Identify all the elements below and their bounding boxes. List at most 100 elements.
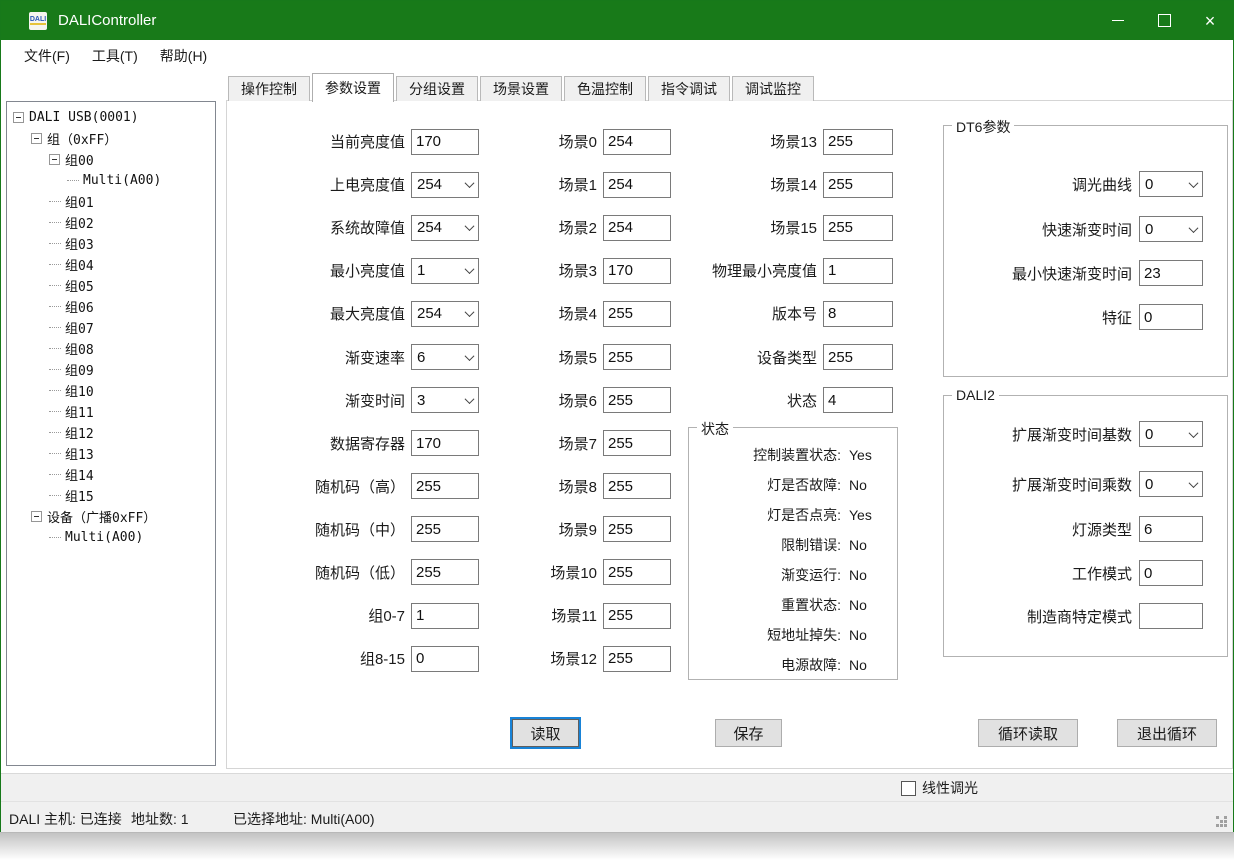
field-input[interactable] xyxy=(603,129,671,155)
menu-tools[interactable]: 工具(T) xyxy=(81,42,149,70)
tree-item[interactable]: Multi(A00) xyxy=(7,527,215,548)
tree-item[interactable]: 组07 xyxy=(7,317,215,338)
field-input[interactable] xyxy=(603,603,671,629)
field-input[interactable] xyxy=(603,258,671,284)
tree-item[interactable]: 组11 xyxy=(7,401,215,422)
field-input[interactable] xyxy=(411,129,479,155)
status-row: 电源故障:No xyxy=(689,650,897,680)
tab-3[interactable]: 场景设置 xyxy=(480,76,562,101)
tree-item[interactable]: 组10 xyxy=(7,380,215,401)
device-tree-panel[interactable]: DALI USB(0001)组（0xFF）组00Multi(A00)组01组02… xyxy=(6,101,216,766)
field-select[interactable]: 1 xyxy=(411,258,479,284)
tree-item[interactable]: DALI USB(0001) xyxy=(7,107,215,128)
field-input[interactable] xyxy=(411,646,479,672)
resize-grip[interactable] xyxy=(1216,816,1219,819)
close-button[interactable]: × xyxy=(1187,1,1233,40)
minimize-button[interactable] xyxy=(1095,1,1141,40)
field-label: 场景6 xyxy=(489,390,603,411)
tree-item[interactable]: 组02 xyxy=(7,212,215,233)
tree-item[interactable]: 组06 xyxy=(7,296,215,317)
field-input[interactable] xyxy=(603,387,671,413)
maximize-button[interactable] xyxy=(1141,1,1187,40)
field-label: 场景14 xyxy=(663,174,823,195)
field-input[interactable] xyxy=(823,172,893,198)
tree-item[interactable]: 组04 xyxy=(7,254,215,275)
field-input[interactable] xyxy=(1139,603,1203,629)
field-input[interactable] xyxy=(411,603,479,629)
field-select[interactable]: 254 xyxy=(411,215,479,241)
tree-item[interactable]: 组03 xyxy=(7,233,215,254)
tab-5[interactable]: 指令调试 xyxy=(648,76,730,101)
tree-expand-icon[interactable] xyxy=(31,511,42,522)
tree-expand-icon[interactable] xyxy=(49,154,60,165)
field-input[interactable] xyxy=(1139,560,1203,586)
tree-item[interactable]: 组01 xyxy=(7,191,215,212)
exit-loop-button[interactable]: 退出循环 xyxy=(1117,719,1217,747)
status-label: 短地址掉失: xyxy=(689,625,841,645)
field-input[interactable] xyxy=(603,516,671,542)
field-select[interactable]: 6 xyxy=(411,344,479,370)
menu-file[interactable]: 文件(F) xyxy=(13,42,81,70)
linear-dimming-checkbox[interactable] xyxy=(901,781,916,796)
field-input[interactable] xyxy=(411,559,479,585)
field-input[interactable] xyxy=(823,258,893,284)
field-select[interactable]: 0 xyxy=(1139,216,1203,242)
tree-item[interactable]: 组00 xyxy=(7,149,215,170)
field-input[interactable] xyxy=(1139,260,1203,286)
field-input[interactable] xyxy=(603,473,671,499)
tree-item[interactable]: 设备（广播0xFF） xyxy=(7,506,215,527)
field-input[interactable] xyxy=(603,301,671,327)
field-input[interactable] xyxy=(411,473,479,499)
field-input[interactable] xyxy=(411,430,479,456)
field-input[interactable] xyxy=(1139,304,1203,330)
field-select[interactable]: 0 xyxy=(1139,171,1203,197)
tree-item-label: 设备（广播0xFF） xyxy=(47,507,156,526)
menu-help[interactable]: 帮助(H) xyxy=(149,42,218,70)
field-input[interactable] xyxy=(823,215,893,241)
tree-item[interactable]: 组14 xyxy=(7,464,215,485)
field-input[interactable] xyxy=(823,129,893,155)
field-row: 状态 xyxy=(663,379,893,422)
tab-4[interactable]: 色温控制 xyxy=(564,76,646,101)
field-input[interactable] xyxy=(603,344,671,370)
field-select[interactable]: 3 xyxy=(411,387,479,413)
field-input[interactable] xyxy=(823,387,893,413)
field-select[interactable]: 254 xyxy=(411,172,479,198)
field-input[interactable] xyxy=(603,430,671,456)
tree-item[interactable]: 组09 xyxy=(7,359,215,380)
save-button[interactable]: 保存 xyxy=(715,719,782,747)
chevron-down-icon xyxy=(461,259,478,283)
tree-expand-icon[interactable] xyxy=(13,112,24,123)
read-button[interactable]: 读取 xyxy=(512,719,579,747)
tab-6[interactable]: 调试监控 xyxy=(732,76,814,101)
field-input[interactable] xyxy=(823,301,893,327)
field-select[interactable]: 254 xyxy=(411,301,479,327)
tree-item[interactable]: 组15 xyxy=(7,485,215,506)
status-row: 限制错误:No xyxy=(689,530,897,560)
field-label: 场景12 xyxy=(489,648,603,669)
tab-0[interactable]: 操作控制 xyxy=(228,76,310,101)
field-input[interactable] xyxy=(603,215,671,241)
field-input[interactable] xyxy=(823,344,893,370)
tree-item[interactable]: Multi(A00) xyxy=(7,170,215,191)
field-row: 上电亮度值254 xyxy=(231,163,479,206)
field-select[interactable]: 0 xyxy=(1139,471,1203,497)
tab-1[interactable]: 参数设置 xyxy=(312,73,394,102)
window-title: DALIController xyxy=(58,12,156,29)
field-input[interactable] xyxy=(1139,516,1203,542)
tree-expand-icon[interactable] xyxy=(31,133,42,144)
field-select[interactable]: 0 xyxy=(1139,421,1203,447)
tree-item[interactable]: 组12 xyxy=(7,422,215,443)
tree-item[interactable]: 组13 xyxy=(7,443,215,464)
tree-item[interactable]: 组08 xyxy=(7,338,215,359)
field-input[interactable] xyxy=(603,172,671,198)
field-input[interactable] xyxy=(411,516,479,542)
tree-item[interactable]: 组05 xyxy=(7,275,215,296)
tab-2[interactable]: 分组设置 xyxy=(396,76,478,101)
tree-item[interactable]: 组（0xFF） xyxy=(7,128,215,149)
loop-read-button[interactable]: 循环读取 xyxy=(978,719,1078,747)
field-input[interactable] xyxy=(603,646,671,672)
field-label: 随机码（中） xyxy=(231,519,411,540)
field-input[interactable] xyxy=(603,559,671,585)
status-group-title: 状态 xyxy=(697,419,733,439)
